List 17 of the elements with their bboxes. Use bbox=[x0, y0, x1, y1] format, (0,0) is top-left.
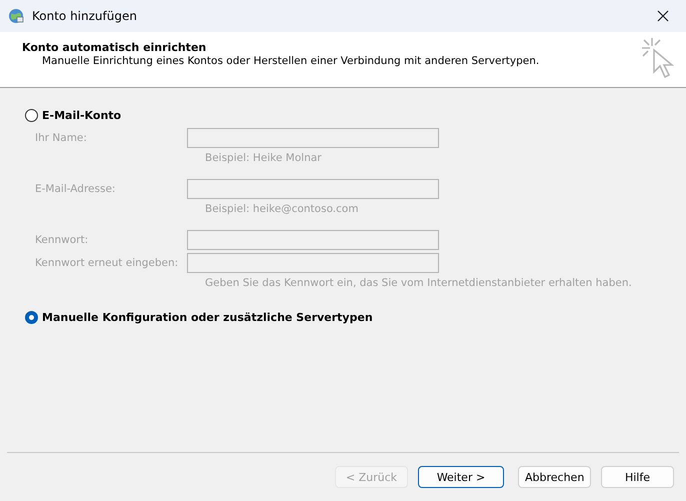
field-label: Kennwort: bbox=[35, 234, 90, 246]
dialog-button[interactable]: Weiter > bbox=[418, 466, 504, 488]
hint-text: Beispiel: heike@contoso.com bbox=[204, 203, 360, 215]
globe-icon bbox=[8, 8, 24, 24]
field-label: Kennwort erneut eingeben: bbox=[35, 257, 180, 269]
radio-option[interactable]: Manuelle Konfiguration oder zusätzliche Servertypen bbox=[25, 307, 661, 327]
dialog-button[interactable]: Hilfe bbox=[601, 466, 674, 488]
radio-option[interactable]: E-Mail-Konto bbox=[25, 105, 661, 125]
close-icon[interactable] bbox=[657, 10, 669, 22]
field-label: E-Mail-Adresse: bbox=[35, 183, 116, 195]
dialog-button[interactable]: Abbrechen bbox=[518, 466, 591, 488]
header-title: Konto automatisch einrichten bbox=[22, 41, 208, 54]
header-subtitle: Manuelle Einrichtung eines Kontos oder Herstellen einer Verbindung mit anderen Servertypen. bbox=[41, 55, 540, 67]
hint-text: Geben Sie das Kennwort ein, das Sie vom Internetdienstanbieter erhalten haben. bbox=[204, 277, 633, 289]
hint-text: Beispiel: Heike Molnar bbox=[204, 152, 322, 164]
window-title: Konto hinzufügen bbox=[32, 9, 138, 23]
field-label: Ihr Name: bbox=[35, 132, 88, 144]
